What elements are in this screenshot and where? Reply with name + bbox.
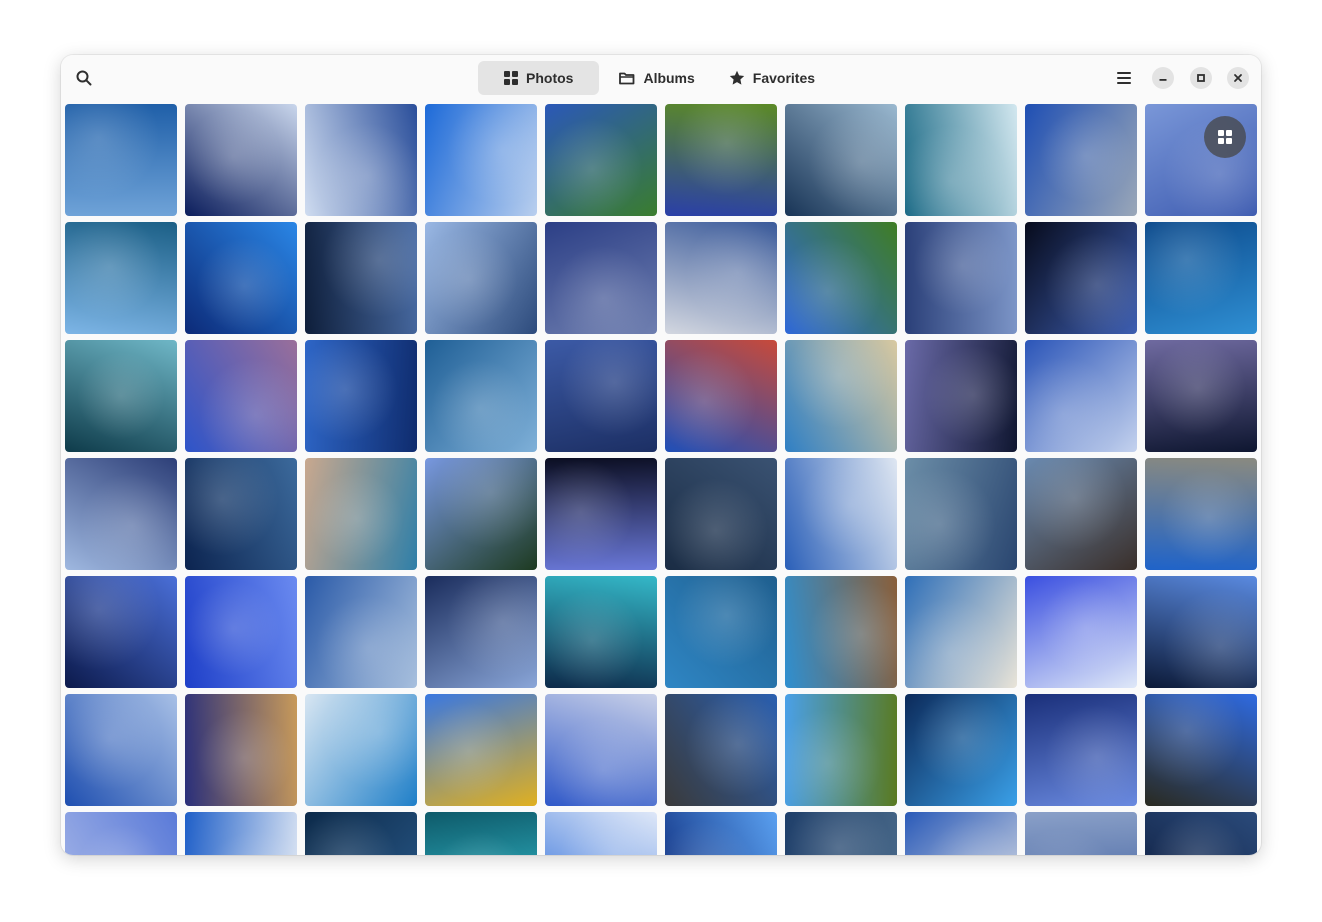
photo-thumbnail[interactable] xyxy=(1025,104,1137,216)
photo-thumbnail[interactable] xyxy=(1145,576,1257,688)
photo-thumbnail[interactable] xyxy=(1025,694,1137,806)
photo-thumbnail[interactable] xyxy=(1025,458,1137,570)
photo-thumbnail[interactable] xyxy=(65,576,177,688)
photo-thumbnail[interactable] xyxy=(1025,812,1137,855)
search-icon xyxy=(76,70,92,86)
photo-thumbnail[interactable] xyxy=(425,340,537,452)
photo-thumbnail[interactable] xyxy=(545,694,657,806)
photo-thumbnail[interactable] xyxy=(185,222,297,334)
minimize-button[interactable] xyxy=(1152,67,1174,89)
photo-thumbnail[interactable] xyxy=(1025,340,1137,452)
photo-thumbnail[interactable] xyxy=(185,104,297,216)
photo-thumbnail[interactable] xyxy=(785,222,897,334)
tab-label: Photos xyxy=(526,70,574,86)
photo-thumbnail[interactable] xyxy=(1145,694,1257,806)
photo-thumbnail[interactable] xyxy=(905,104,1017,216)
photo-thumbnail[interactable] xyxy=(185,812,297,855)
photo-thumbnail[interactable] xyxy=(185,340,297,452)
photo-thumbnail[interactable] xyxy=(305,340,417,452)
photo-thumbnail[interactable] xyxy=(1145,458,1257,570)
photo-thumbnail[interactable] xyxy=(665,222,777,334)
photo-thumbnail[interactable] xyxy=(425,812,537,855)
photo-thumbnail[interactable] xyxy=(785,340,897,452)
photo-thumbnail[interactable] xyxy=(665,812,777,855)
tab-label: Albums xyxy=(643,70,695,86)
photo-thumbnail[interactable] xyxy=(1145,340,1257,452)
maximize-button[interactable] xyxy=(1190,67,1212,89)
hamburger-menu-icon xyxy=(1117,72,1131,84)
minimize-icon xyxy=(1159,79,1167,81)
photo-thumbnail[interactable] xyxy=(785,104,897,216)
tab-albums[interactable]: Albums xyxy=(605,61,708,95)
photo-thumbnail[interactable] xyxy=(65,340,177,452)
folder-icon xyxy=(619,72,635,85)
main-menu-button[interactable] xyxy=(1107,61,1141,95)
photo-thumbnail[interactable] xyxy=(905,222,1017,334)
photo-thumbnail[interactable] xyxy=(545,458,657,570)
photo-thumbnail[interactable] xyxy=(65,812,177,855)
photo-grid xyxy=(65,104,1257,855)
photo-thumbnail[interactable] xyxy=(905,340,1017,452)
photo-thumbnail[interactable] xyxy=(1025,576,1137,688)
photo-thumbnail[interactable] xyxy=(665,458,777,570)
photo-thumbnail[interactable] xyxy=(665,104,777,216)
grid-icon xyxy=(1218,130,1232,144)
photo-thumbnail[interactable] xyxy=(905,694,1017,806)
photo-thumbnail[interactable] xyxy=(305,104,417,216)
photo-thumbnail[interactable] xyxy=(785,576,897,688)
close-button[interactable] xyxy=(1227,67,1249,89)
grid-icon xyxy=(504,71,518,85)
star-icon xyxy=(729,70,744,85)
app-window: Photos Albums Favorites xyxy=(61,55,1261,855)
selection-mode-button[interactable] xyxy=(1204,116,1246,158)
photo-thumbnail[interactable] xyxy=(545,812,657,855)
photo-thumbnail[interactable] xyxy=(1145,812,1257,855)
photo-thumbnail[interactable] xyxy=(1145,104,1257,216)
photo-thumbnail[interactable] xyxy=(185,458,297,570)
tab-photos[interactable]: Photos xyxy=(478,61,600,95)
photo-thumbnail[interactable] xyxy=(785,812,897,855)
photo-thumbnail[interactable] xyxy=(305,222,417,334)
photo-thumbnail[interactable] xyxy=(425,576,537,688)
photo-thumbnail[interactable] xyxy=(665,576,777,688)
photo-thumbnail[interactable] xyxy=(305,576,417,688)
photo-thumbnail[interactable] xyxy=(545,222,657,334)
photo-thumbnail[interactable] xyxy=(665,694,777,806)
search-button[interactable] xyxy=(67,61,101,95)
photo-thumbnail[interactable] xyxy=(425,458,537,570)
photo-thumbnail[interactable] xyxy=(1145,222,1257,334)
photo-thumbnail[interactable] xyxy=(905,812,1017,855)
photo-thumbnail[interactable] xyxy=(545,576,657,688)
photo-thumbnail[interactable] xyxy=(1025,222,1137,334)
photo-thumbnail[interactable] xyxy=(65,222,177,334)
photo-thumbnail[interactable] xyxy=(305,458,417,570)
close-icon xyxy=(1234,74,1242,82)
photo-thumbnail[interactable] xyxy=(305,812,417,855)
photo-thumbnail[interactable] xyxy=(665,340,777,452)
tab-label: Favorites xyxy=(752,70,816,86)
photo-thumbnail[interactable] xyxy=(305,694,417,806)
photo-thumbnail[interactable] xyxy=(785,694,897,806)
photo-thumbnail[interactable] xyxy=(905,458,1017,570)
photo-thumbnail[interactable] xyxy=(545,340,657,452)
photo-thumbnail[interactable] xyxy=(65,458,177,570)
photo-thumbnail[interactable] xyxy=(185,694,297,806)
photo-thumbnail[interactable] xyxy=(425,694,537,806)
tab-favorites[interactable]: Favorites xyxy=(715,61,829,95)
photo-thumbnail[interactable] xyxy=(425,104,537,216)
header-bar: Photos Albums Favorites xyxy=(61,55,1261,100)
view-switcher: Photos Albums Favorites xyxy=(478,61,829,95)
photo-thumbnail[interactable] xyxy=(425,222,537,334)
maximize-icon xyxy=(1197,74,1205,82)
photo-thumbnail[interactable] xyxy=(785,458,897,570)
photo-thumbnail[interactable] xyxy=(65,694,177,806)
photo-thumbnail[interactable] xyxy=(185,576,297,688)
photo-thumbnail[interactable] xyxy=(65,104,177,216)
photo-thumbnail[interactable] xyxy=(545,104,657,216)
photo-thumbnail[interactable] xyxy=(905,576,1017,688)
